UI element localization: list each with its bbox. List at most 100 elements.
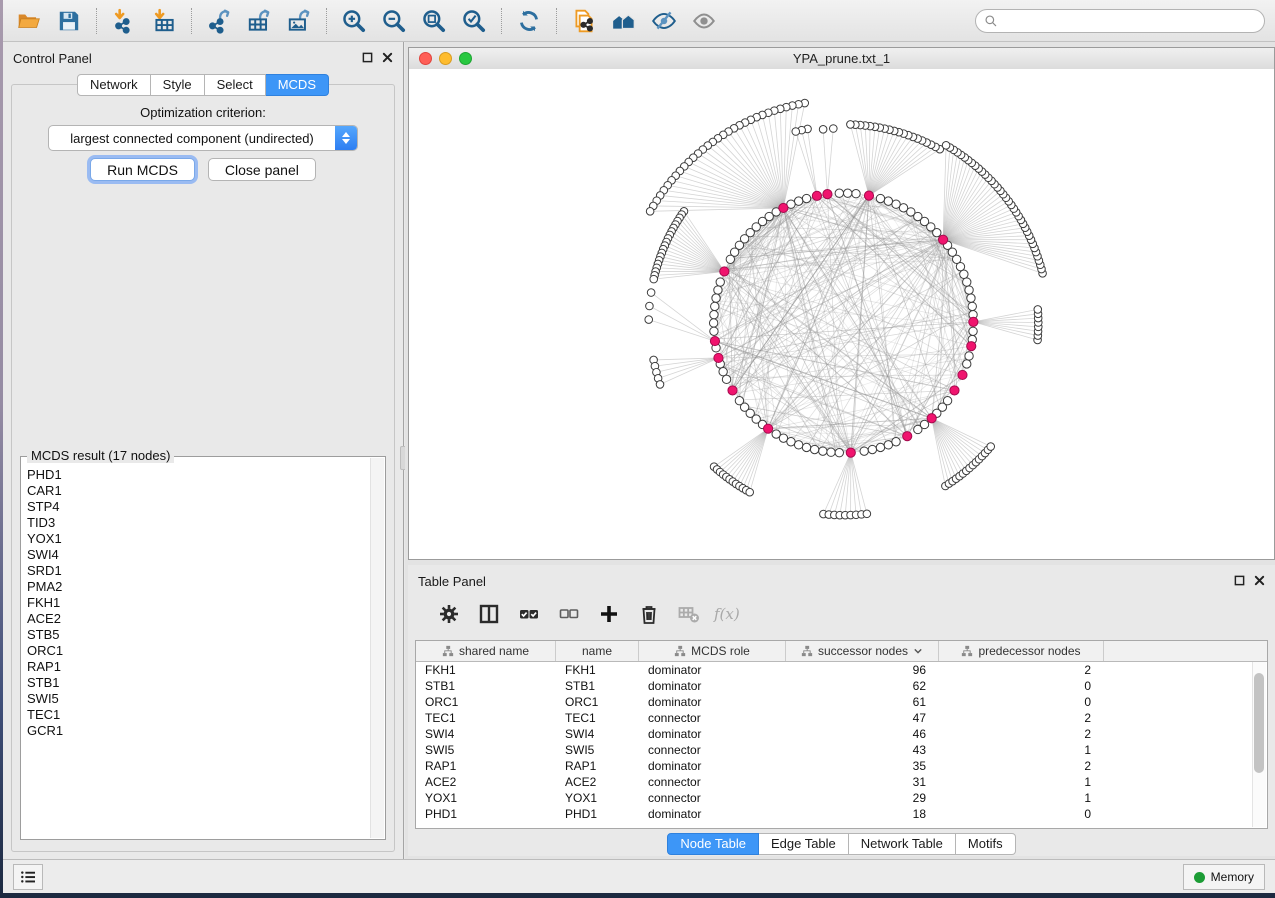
network-node[interactable] <box>646 208 654 216</box>
network-node[interactable] <box>968 302 976 310</box>
open-session-icon[interactable] <box>9 4 49 38</box>
network-node[interactable] <box>722 375 730 383</box>
tab-motifs[interactable]: Motifs <box>956 833 1016 855</box>
table-row[interactable]: TEC1TEC1connector472 <box>416 710 1267 726</box>
float-panel-icon[interactable] <box>362 51 373 66</box>
task-history-button[interactable] <box>13 864 43 890</box>
network-node[interactable] <box>876 194 884 202</box>
network-node[interactable] <box>819 447 827 455</box>
table-row[interactable]: RAP1RAP1dominator352 <box>416 758 1267 774</box>
table-scrollbar[interactable] <box>1252 662 1266 827</box>
mcds-hub-node[interactable] <box>950 386 959 395</box>
refresh-layout-icon[interactable] <box>509 4 549 38</box>
export-network-icon[interactable] <box>199 4 239 38</box>
mcds-hub-node[interactable] <box>927 414 936 423</box>
table-row[interactable]: SWI4SWI4dominator462 <box>416 726 1267 742</box>
network-window-titlebar[interactable]: YPA_prune.txt_1 <box>409 48 1274 70</box>
network-node[interactable] <box>802 194 810 202</box>
network-node[interactable] <box>884 197 892 205</box>
close-panel-icon[interactable] <box>382 51 393 66</box>
network-node[interactable] <box>712 294 720 302</box>
mcds-hub-node[interactable] <box>958 370 967 379</box>
tab-edge-table[interactable]: Edge Table <box>759 833 849 855</box>
mcds-hub-node[interactable] <box>714 353 723 362</box>
network-node[interactable] <box>716 278 724 286</box>
network-node[interactable] <box>835 189 843 197</box>
mcds-result-item[interactable]: SWI5 <box>27 691 371 707</box>
table-row[interactable]: STB1STB1dominator620 <box>416 678 1267 694</box>
mcds-result-item[interactable]: STB5 <box>27 627 371 643</box>
network-node[interactable] <box>965 286 973 294</box>
window-zoom-traffic-icon[interactable] <box>459 52 472 65</box>
select-all-icon[interactable] <box>510 596 547 632</box>
zoom-in-icon[interactable] <box>334 4 374 38</box>
mcds-hub-node[interactable] <box>728 386 737 395</box>
mcds-hub-node[interactable] <box>903 432 912 441</box>
column-header-MCDS-role[interactable]: MCDS role <box>639 641 786 661</box>
network-canvas[interactable] <box>409 69 1274 559</box>
network-node[interactable] <box>876 443 884 451</box>
mcds-hub-node[interactable] <box>846 448 855 457</box>
table-row[interactable]: FKH1FKH1dominator962 <box>416 662 1267 678</box>
mcds-result-item[interactable]: SRD1 <box>27 563 371 579</box>
network-overview-icon[interactable] <box>604 4 644 38</box>
search-input[interactable] <box>1002 13 1256 29</box>
show-details-icon[interactable] <box>684 4 724 38</box>
network-node[interactable] <box>787 438 795 446</box>
network-node[interactable] <box>792 128 800 136</box>
network-node[interactable] <box>656 381 664 389</box>
network-node[interactable] <box>827 448 835 456</box>
network-node[interactable] <box>965 352 973 360</box>
column-header-name[interactable]: name <box>556 641 639 661</box>
mcds-result-item[interactable]: STP4 <box>27 499 371 515</box>
mcds-result-item[interactable]: TEC1 <box>27 707 371 723</box>
window-minimize-traffic-icon[interactable] <box>439 52 452 65</box>
network-node[interactable] <box>969 327 977 335</box>
network-node[interactable] <box>714 286 722 294</box>
network-node[interactable] <box>847 121 855 129</box>
table-row[interactable]: YOX1YOX1connector291 <box>416 790 1267 806</box>
mcds-hub-node[interactable] <box>864 191 873 200</box>
memory-button[interactable]: Memory <box>1183 864 1265 890</box>
network-node[interactable] <box>726 255 734 263</box>
network-node[interactable] <box>802 443 810 451</box>
mcds-result-item[interactable]: GCR1 <box>27 723 371 739</box>
mcds-hub-node[interactable] <box>812 191 821 200</box>
toggle-columns-icon[interactable] <box>470 596 507 632</box>
network-node[interactable] <box>1034 306 1042 314</box>
column-header-successor-nodes[interactable]: successor nodes <box>786 641 939 661</box>
close-panel-button[interactable]: Close panel <box>208 158 316 181</box>
window-close-traffic-icon[interactable] <box>419 52 432 65</box>
save-session-icon[interactable] <box>49 4 89 38</box>
network-node[interactable] <box>987 443 995 451</box>
tab-style[interactable]: Style <box>151 74 205 96</box>
network-node[interactable] <box>830 125 838 133</box>
run-mcds-button[interactable]: Run MCDS <box>90 158 195 181</box>
import-network-icon[interactable] <box>104 4 144 38</box>
network-node[interactable] <box>863 510 871 518</box>
table-scrollbar-thumb[interactable] <box>1254 673 1264 773</box>
table-settings-icon[interactable] <box>430 596 467 632</box>
column-header-shared-name[interactable]: shared name <box>416 641 556 661</box>
mcds-result-item[interactable]: PHD1 <box>27 467 371 483</box>
network-node[interactable] <box>794 197 802 205</box>
network-node[interactable] <box>710 311 718 319</box>
mcds-result-item[interactable]: ACE2 <box>27 611 371 627</box>
tab-mcds[interactable]: MCDS <box>266 74 329 96</box>
network-node[interactable] <box>646 302 654 310</box>
table-row[interactable]: PHD1PHD1dominator180 <box>416 806 1267 822</box>
deselect-all-icon[interactable] <box>550 596 587 632</box>
network-node[interactable] <box>852 190 860 198</box>
network-node[interactable] <box>892 200 900 208</box>
network-node[interactable] <box>892 438 900 446</box>
mcds-result-item[interactable]: ORC1 <box>27 643 371 659</box>
mcds-result-item[interactable]: PMA2 <box>27 579 371 595</box>
network-node[interactable] <box>645 316 653 324</box>
network-node[interactable] <box>835 449 843 457</box>
close-table-panel-icon[interactable] <box>1254 574 1265 589</box>
mcds-result-item[interactable]: FKH1 <box>27 595 371 611</box>
mcds-result-list[interactable]: PHD1CAR1STP4TID3YOX1SWI4SRD1PMA2FKH1ACE2… <box>22 458 371 838</box>
network-node[interactable] <box>710 327 718 335</box>
mcds-hub-node[interactable] <box>779 203 788 212</box>
mcds-result-item[interactable]: RAP1 <box>27 659 371 675</box>
